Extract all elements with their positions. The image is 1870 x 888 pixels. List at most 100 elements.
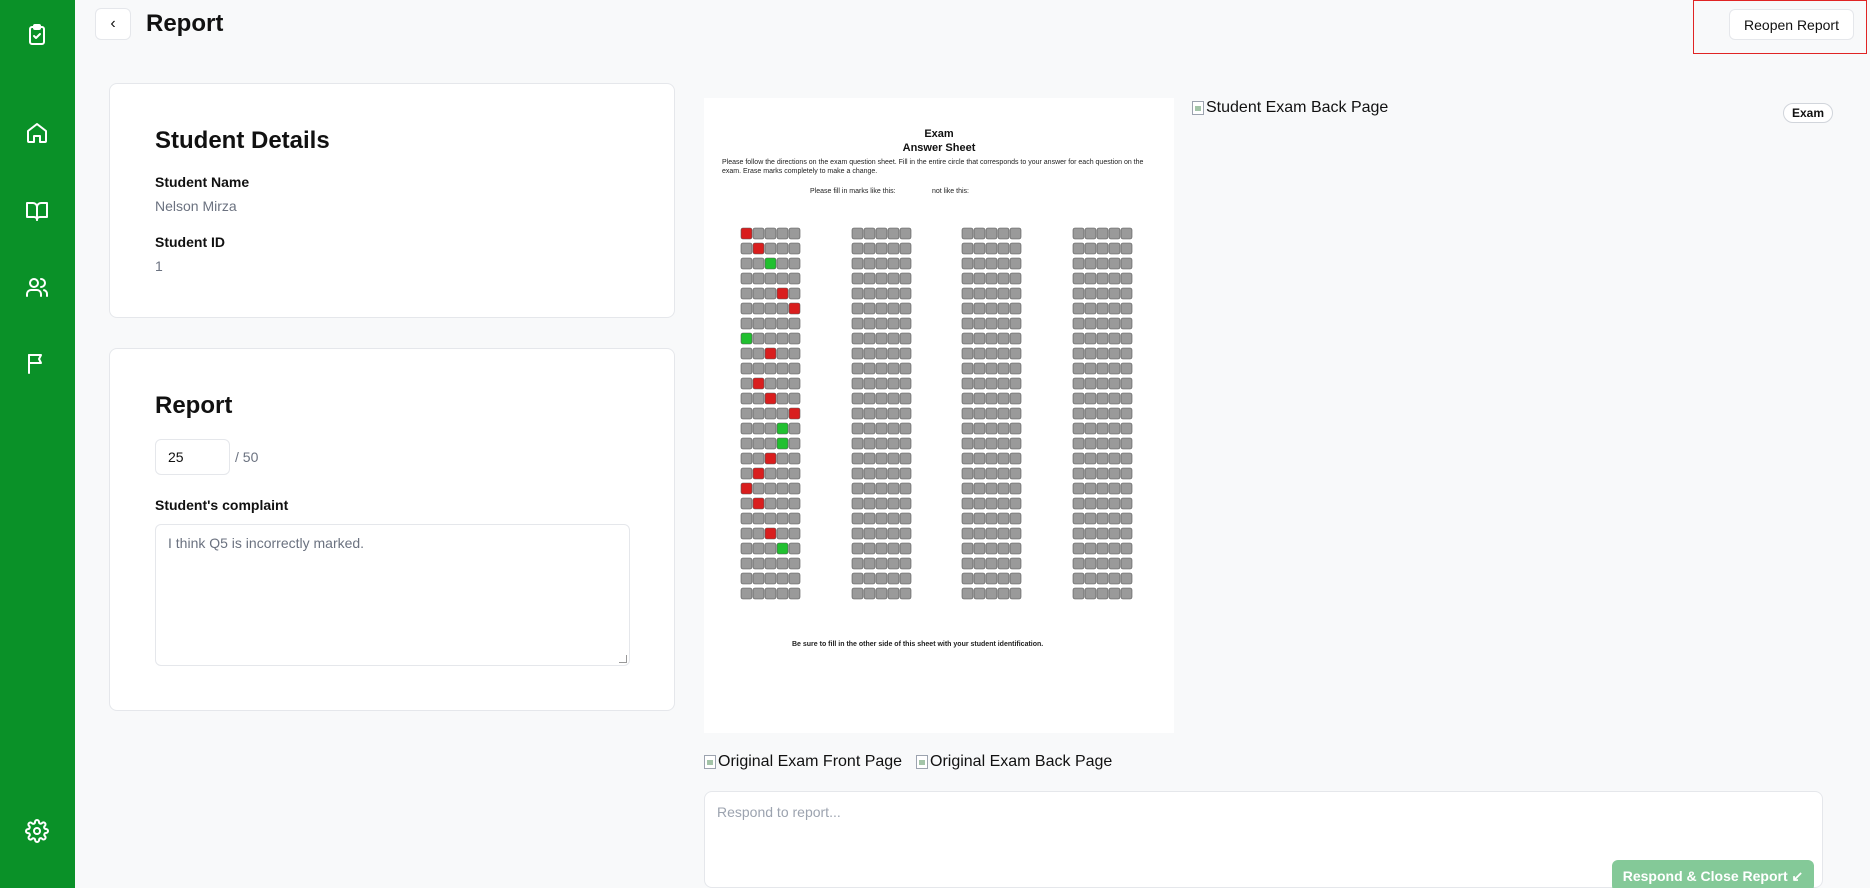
- answer-bubble: [1084, 557, 1097, 570]
- answer-bubble: [985, 527, 998, 540]
- answer-bubble: [1096, 332, 1109, 345]
- answer-bubble: [740, 347, 753, 360]
- answer-bubble: [997, 332, 1010, 345]
- answer-bubble: [1108, 257, 1121, 270]
- answer-bubble: [1084, 452, 1097, 465]
- answer-bubble: [740, 407, 753, 420]
- answer-bubble: [985, 272, 998, 285]
- answer-bubble: [973, 287, 986, 300]
- users-icon[interactable]: [18, 268, 56, 306]
- home-icon[interactable]: [18, 114, 56, 152]
- answer-bubble: [1108, 392, 1121, 405]
- answer-bubble: [875, 482, 888, 495]
- student-name-value: Nelson Mirza: [155, 198, 237, 214]
- answer-bubble: [985, 452, 998, 465]
- answer-bubble: [740, 377, 753, 390]
- answer-bubble: [985, 362, 998, 375]
- answer-bubble: [899, 362, 912, 375]
- answer-bubble: [1084, 257, 1097, 270]
- answer-bubble: [776, 347, 789, 360]
- complaint-textarea[interactable]: I think Q5 is incorrectly marked.: [155, 524, 630, 666]
- answer-bubble: [899, 452, 912, 465]
- answer-bubble: [1072, 437, 1085, 450]
- answer-bubble: [875, 377, 888, 390]
- answer-bubble: [863, 542, 876, 555]
- answer-bubble: [1108, 587, 1121, 600]
- flag-icon[interactable]: [18, 344, 56, 382]
- answer-bubble: [997, 527, 1010, 540]
- book-icon[interactable]: [18, 192, 56, 230]
- answer-bubble: [997, 437, 1010, 450]
- student-name-label: Student Name: [155, 174, 250, 190]
- answer-bubble: [851, 497, 864, 510]
- answer-bubble: [740, 482, 753, 495]
- answer-bubble: [788, 572, 801, 585]
- answer-bubble: [985, 587, 998, 600]
- respond-textarea[interactable]: Respond to report... Respond & Close Rep…: [704, 791, 1823, 888]
- answer-bubble: [899, 482, 912, 495]
- complaint-label: Student's complaint: [155, 497, 289, 513]
- answer-bubble: [887, 467, 900, 480]
- answer-bubble: [1108, 422, 1121, 435]
- answer-bubble: [776, 272, 789, 285]
- answer-bubble: [899, 572, 912, 585]
- gear-icon[interactable]: [18, 812, 56, 850]
- answer-bubble: [973, 572, 986, 585]
- answer-bubble: [1072, 302, 1085, 315]
- answer-bubble: [1120, 362, 1133, 375]
- answer-bubble: [752, 467, 765, 480]
- answer-bubble: [788, 587, 801, 600]
- answer-bubble: [1072, 347, 1085, 360]
- answer-bubble: [863, 527, 876, 540]
- reopen-report-button[interactable]: Reopen Report: [1729, 9, 1854, 40]
- answer-bubble: [851, 512, 864, 525]
- clipboard-check-icon[interactable]: [18, 16, 56, 54]
- answer-bubble: [1084, 332, 1097, 345]
- answer-bubble: [973, 332, 986, 345]
- answer-bubble: [887, 317, 900, 330]
- answer-bubble: [1009, 302, 1022, 315]
- answer-bubble: [997, 542, 1010, 555]
- respond-close-report-button[interactable]: Respond & Close Report ↙: [1612, 860, 1814, 888]
- answer-bubble: [1108, 317, 1121, 330]
- answer-bubble: [764, 557, 777, 570]
- answer-bubble: [899, 377, 912, 390]
- resize-handle[interactable]: [619, 655, 627, 663]
- answer-bubble: [851, 452, 864, 465]
- answer-bubble: [1120, 287, 1133, 300]
- answer-bubble: [899, 512, 912, 525]
- answer-bubble: [1084, 392, 1097, 405]
- score-input[interactable]: 25: [155, 439, 230, 475]
- answer-bubble: [961, 572, 974, 585]
- answer-bubble: [776, 512, 789, 525]
- back-button[interactable]: ‹: [95, 8, 131, 40]
- answer-bubble: [1096, 227, 1109, 240]
- sheet-not-like: not like this:: [932, 188, 969, 195]
- answer-bubble: [788, 302, 801, 315]
- answer-bubble: [1096, 572, 1109, 585]
- answer-bubble: [863, 422, 876, 435]
- answer-bubble: [788, 527, 801, 540]
- answer-bubble: [863, 272, 876, 285]
- answer-bubble: [752, 317, 765, 330]
- answer-bubble: [740, 362, 753, 375]
- answer-bubble: [851, 257, 864, 270]
- answer-bubble: [851, 347, 864, 360]
- answer-bubble: [851, 377, 864, 390]
- answer-bubble: [997, 467, 1010, 480]
- answer-bubble: [887, 437, 900, 450]
- answer-bubble: [1084, 302, 1097, 315]
- answer-bubble: [752, 302, 765, 315]
- answer-bubble: [1084, 437, 1097, 450]
- answer-bubble: [752, 542, 765, 555]
- answer-bubble: [752, 452, 765, 465]
- answer-bubble: [1096, 392, 1109, 405]
- answer-bubble: [1009, 332, 1022, 345]
- answer-bubble: [899, 467, 912, 480]
- answer-bubble: [752, 347, 765, 360]
- answer-bubble: [887, 512, 900, 525]
- answer-bubble: [1009, 377, 1022, 390]
- answer-bubble: [1072, 362, 1085, 375]
- answer-bubble: [752, 482, 765, 495]
- answer-bubble: [997, 272, 1010, 285]
